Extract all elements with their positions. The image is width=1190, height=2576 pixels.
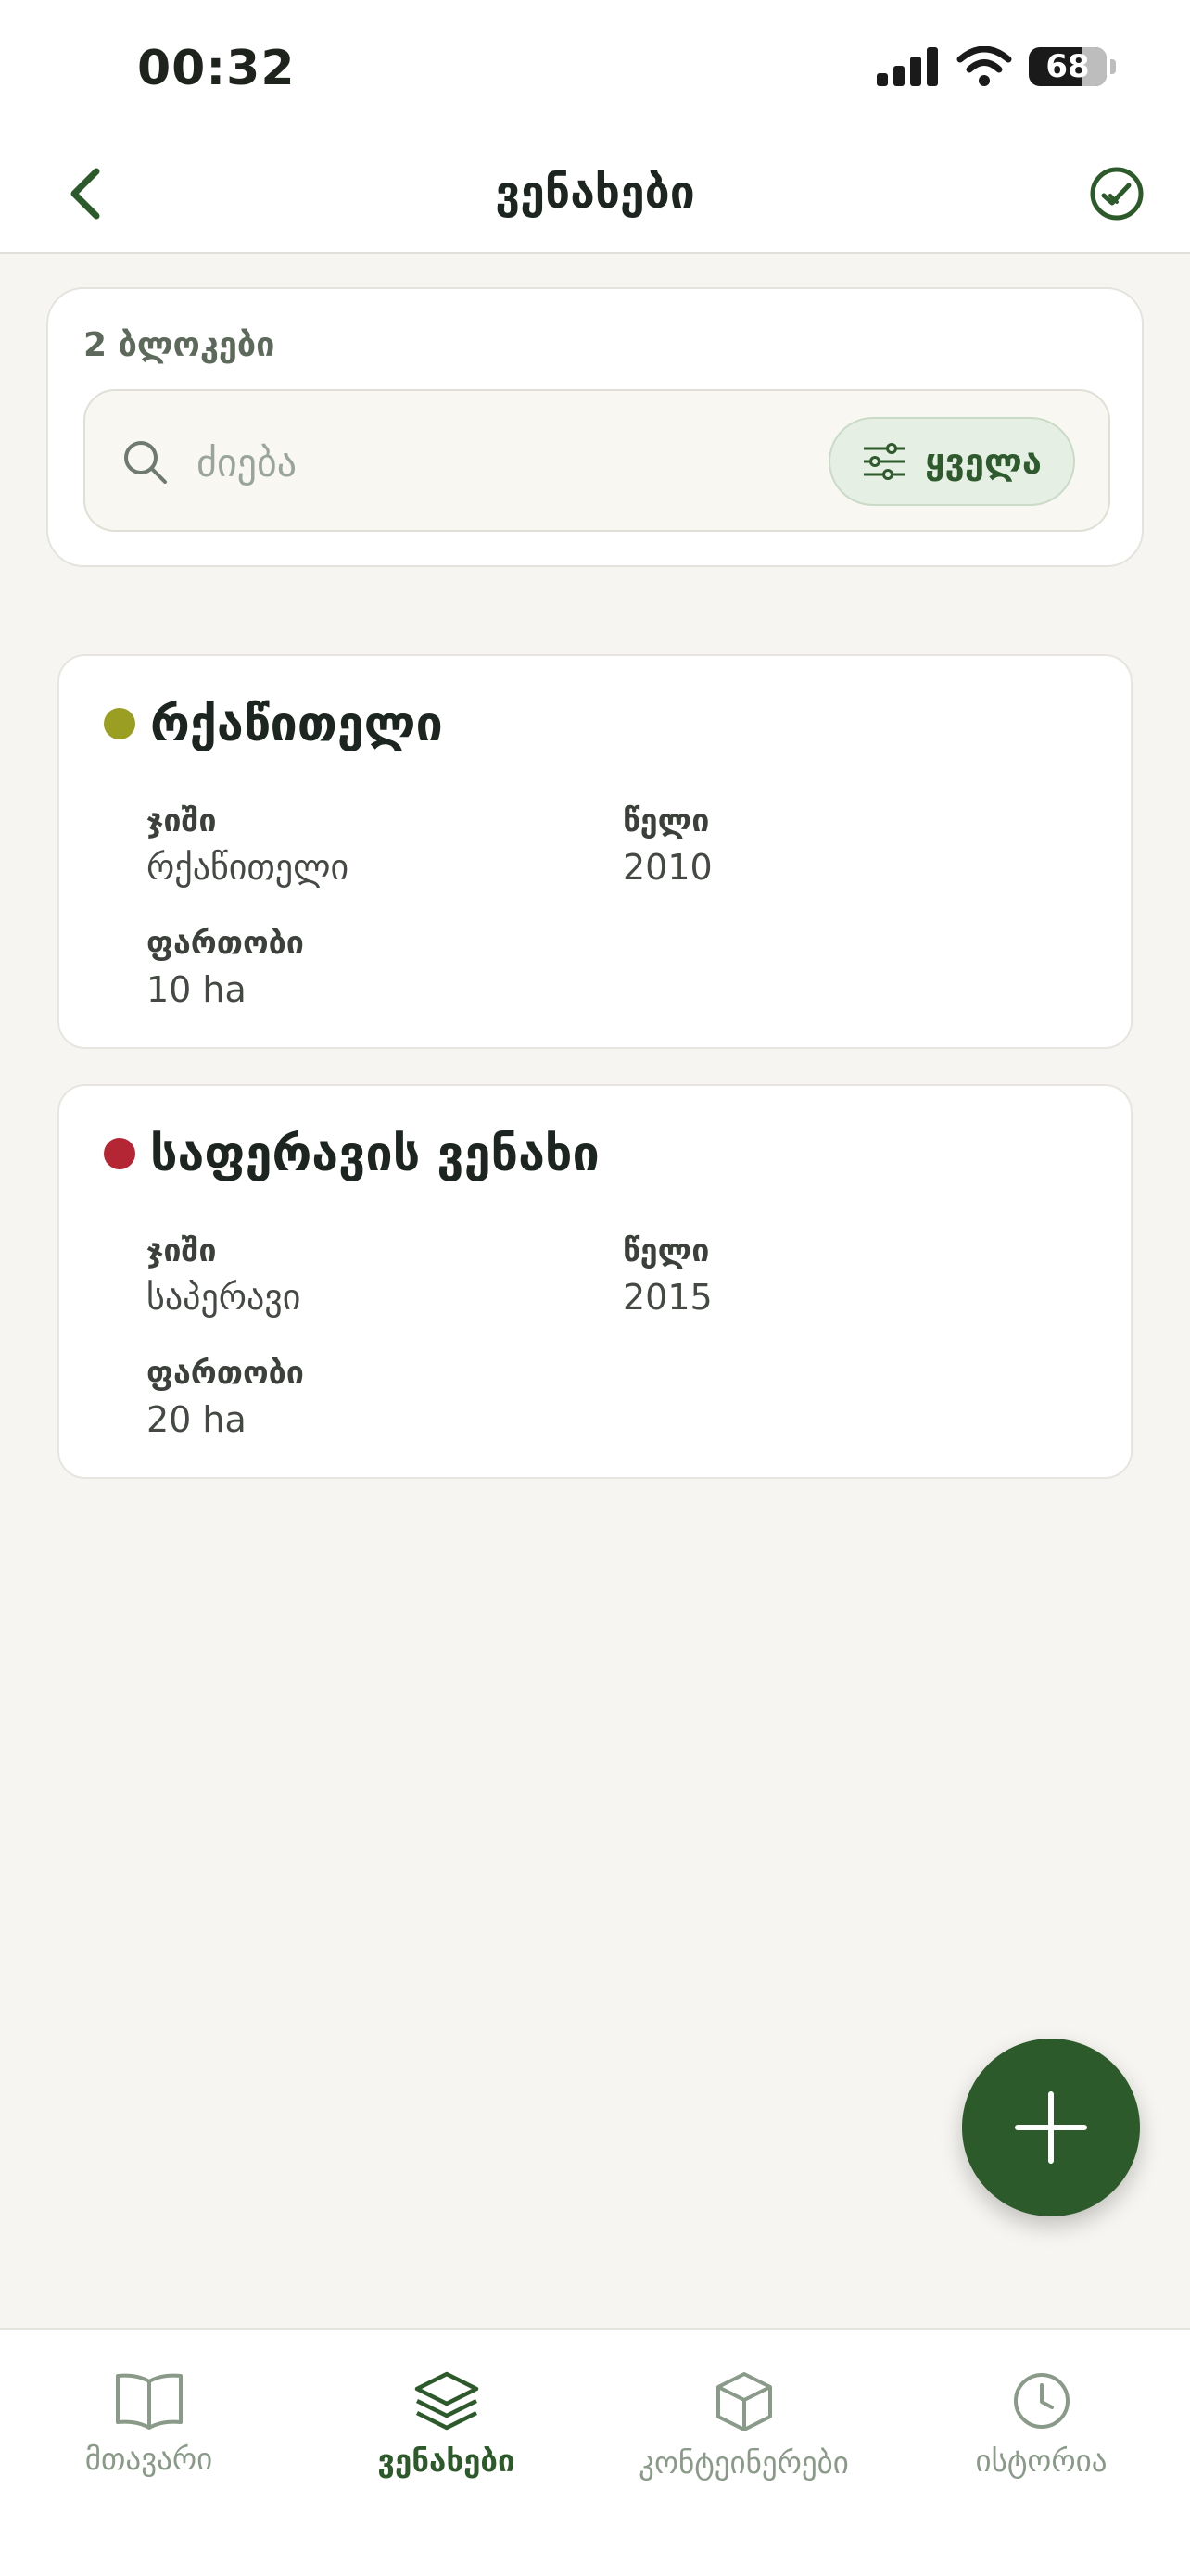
layers-icon (414, 2371, 478, 2431)
area-value: 20 ha (146, 1399, 247, 1440)
box-icon (715, 2372, 772, 2431)
tab-label: ვენახები (377, 2443, 515, 2479)
status-bar: 00:32 68 (0, 0, 1190, 139)
check-circle-icon (1090, 167, 1144, 221)
variety-field: ჯიში საპერავი (146, 1232, 300, 1318)
status-dot (104, 708, 135, 739)
nav-bar: ვენახები (0, 139, 1190, 254)
search-card: 2 ბლოკები ყველა (46, 287, 1144, 567)
variety-value: რქაწითელი (146, 847, 349, 888)
status-time: 00:32 (137, 41, 296, 96)
block-count: 2 ბლოკები (83, 326, 275, 364)
area-label: ფართობი (146, 1355, 304, 1392)
area-value: 10 ha (146, 969, 247, 1010)
tab-label: მთავარი (84, 2441, 213, 2477)
tab-containers[interactable]: კონტეინერები (595, 2370, 892, 2481)
vineyard-name: საფერავის ვენახი (150, 1127, 600, 1182)
vineyard-name: რქაწითელი (150, 697, 443, 752)
search-box[interactable]: ყველა (83, 389, 1110, 532)
variety-field: ჯიში რქაწითელი (146, 802, 348, 888)
battery-tip (1110, 59, 1116, 74)
sliders-icon (864, 443, 905, 480)
plus-icon (1015, 2091, 1087, 2164)
done-button[interactable] (1084, 161, 1149, 226)
clock-icon (1013, 2373, 1070, 2429)
area-label: ფართობი (146, 925, 304, 962)
vineyard-card[interactable]: რქაწითელი ჯიში რქაწითელი წელი 2010 ფართო… (57, 654, 1133, 1049)
status-dot (104, 1138, 135, 1169)
add-vineyard-button[interactable] (962, 2039, 1140, 2216)
filter-button[interactable]: ყველა (829, 417, 1075, 506)
battery-level: 68 (1045, 48, 1090, 85)
tab-vineyards[interactable]: ვენახები (298, 2370, 595, 2479)
page-title: ვენახები (495, 167, 695, 219)
year-value: 2010 (623, 847, 713, 888)
tab-home[interactable]: მთავარი (0, 2370, 298, 2477)
tab-label: კონტეინერები (639, 2444, 849, 2481)
variety-label: ჯიში (146, 802, 217, 840)
area-field: ფართობი 10 ha (146, 925, 304, 1010)
tab-label: ისტორია (975, 2443, 1108, 2479)
year-label: წელი (623, 802, 710, 840)
year-label: წელი (623, 1232, 710, 1269)
search-input[interactable] (195, 428, 754, 497)
tab-history[interactable]: ისტორია (892, 2370, 1190, 2479)
tab-bar: მთავარი ვენახები კონტეინერები ისტორია (0, 2328, 1190, 2576)
area-field: ფართობი 20 ha (146, 1355, 304, 1440)
battery-icon: 68 (1029, 47, 1107, 86)
year-field: წელი 2015 (623, 1232, 713, 1318)
vineyard-card[interactable]: საფერავის ვენახი ჯიში საპერავი წელი 2015… (57, 1084, 1133, 1479)
variety-value: საპერავი (146, 1277, 301, 1318)
variety-label: ჯიში (146, 1232, 217, 1269)
filter-label: ყველა (925, 441, 1042, 482)
search-icon (124, 441, 167, 484)
year-value: 2015 (623, 1277, 713, 1318)
year-field: წელი 2010 (623, 802, 713, 888)
status-icons: 68 (877, 46, 1116, 87)
book-open-icon (115, 2373, 183, 2430)
wifi-icon (956, 46, 1012, 86)
cellular-signal-icon (877, 47, 938, 86)
